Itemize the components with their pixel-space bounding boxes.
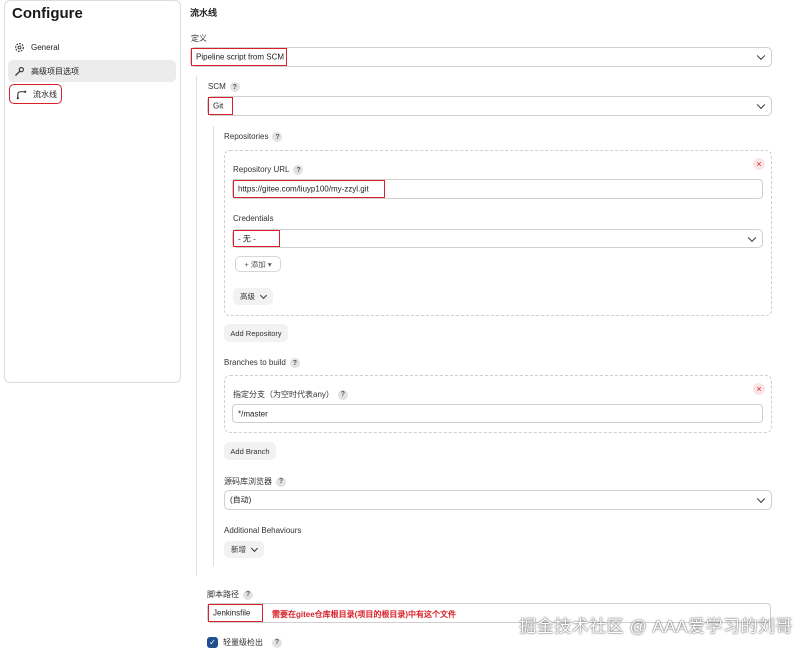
sidebar-item-pipeline[interactable]: 流水线 (9, 84, 62, 104)
lightweight-checkout-row: ✓ 轻量级检出 ? (207, 637, 282, 648)
definition-select[interactable]: Pipeline script from SCM (190, 47, 772, 67)
repo-browser-label: 源码库浏览器? (224, 476, 286, 487)
chevron-down-icon (747, 233, 757, 242)
help-icon[interactable]: ? (229, 82, 240, 92)
help-icon[interactable]: ? (272, 132, 283, 142)
branch-specifier-input[interactable]: */master (232, 404, 763, 423)
scm-label: SCM? (208, 82, 240, 92)
chevron-down-icon (259, 291, 268, 299)
scm-select[interactable]: Git (207, 96, 772, 116)
add-behaviour-button[interactable]: 新增 (224, 541, 264, 558)
repo-browser-select[interactable]: (自动) (224, 490, 772, 510)
script-path-label: 脚本路径? (207, 589, 253, 600)
wrench-icon (13, 65, 25, 77)
chevron-down-icon (756, 51, 766, 61)
sidebar-item-label: 高级项目选项 (31, 66, 79, 76)
close-icon[interactable]: × (753, 158, 765, 170)
pipeline-icon (15, 88, 27, 100)
help-icon[interactable]: ? (243, 589, 253, 600)
credentials-label: Credentials (233, 214, 274, 223)
chevron-down-icon (756, 494, 766, 504)
add-credentials-button[interactable]: + 添加 ▾ (235, 256, 281, 272)
credentials-select[interactable]: - 无 - (232, 229, 763, 248)
chevron-down-icon (756, 100, 766, 110)
page-title: Configure (12, 5, 83, 22)
sidebar-item-label: General (31, 42, 60, 52)
chevron-down-icon (250, 544, 259, 552)
help-icon[interactable]: ? (276, 476, 286, 487)
help-icon[interactable]: ? (337, 389, 348, 400)
close-icon[interactable]: × (753, 383, 765, 395)
lightweight-checkout-checkbox[interactable]: ✓ (207, 637, 218, 648)
repo-url-input[interactable]: https://gitee.com/liuyp100/my-zzyl.git (232, 179, 763, 199)
section-heading: 流水线 (190, 8, 218, 18)
gear-icon (13, 41, 25, 53)
watermark: 掘金技术社区 @ AAA爱学习的刘哥 (519, 617, 793, 636)
add-repository-button[interactable]: Add Repository (224, 324, 288, 342)
help-icon[interactable]: ? (289, 358, 300, 368)
help-icon[interactable]: ? (293, 165, 304, 175)
sidebar-item-label: 流水线 (33, 89, 57, 99)
definition-label: 定义 (191, 34, 207, 43)
sidebar-item-advanced-project-options[interactable]: 高级项目选项 (8, 60, 176, 82)
repositories-label: Repositories? (224, 132, 283, 142)
additional-behaviours-label: Additional Behaviours (224, 526, 302, 535)
nested-divider (196, 76, 197, 576)
script-path-annotation: 需要在gitee仓库根目录(项目的根目录)中有这个文件 (272, 610, 456, 619)
add-branch-button[interactable]: Add Branch (224, 442, 276, 460)
help-icon[interactable]: ? (272, 637, 282, 648)
repo-url-label: Repository URL? (233, 165, 304, 175)
advanced-button[interactable]: 高级 (233, 288, 273, 305)
nested-divider (213, 126, 214, 566)
branches-label: Branches to build? (224, 358, 300, 368)
sidebar-item-general[interactable]: General (8, 36, 176, 58)
branch-specifier-label: 指定分支（为空时代表any）? (233, 389, 348, 400)
